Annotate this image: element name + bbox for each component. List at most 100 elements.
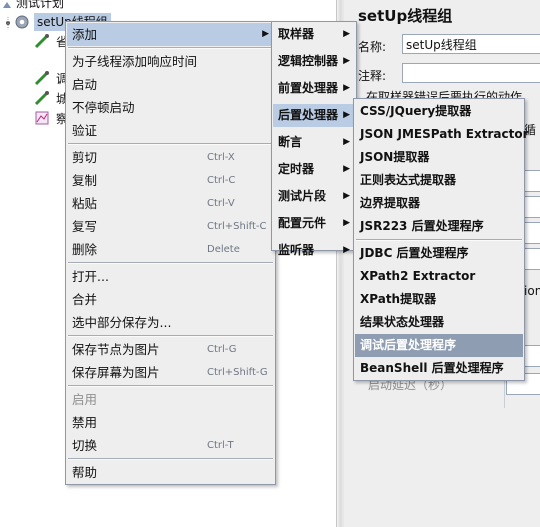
submenu-arrow-icon: ▶	[343, 245, 350, 255]
post-processor-submenu: CSS/JQuery提取器 JSON JMESPath Extractor JSON…	[353, 98, 529, 381]
menu-item-label: XPath提取器	[360, 292, 437, 306]
menu-separator	[68, 335, 273, 337]
menu-item-ctx-7[interactable]: 剪切 Ctrl-X	[67, 146, 274, 169]
menu-item-label: 前置处理器	[278, 81, 339, 95]
menu-item-pp-8[interactable]: XPath2 Extractor	[355, 265, 523, 288]
menu-item-label: 复写	[72, 219, 98, 234]
menu-item-label: 合并	[72, 292, 98, 307]
menu-item-label: 添加	[72, 27, 98, 42]
comment-label: 注释:	[358, 69, 387, 83]
menu-item-pp-2[interactable]: JSON提取器	[355, 146, 523, 169]
menu-item-label: XPath2 Extractor	[360, 269, 476, 283]
menu-item-add-1[interactable]: 逻辑控制器 ▶	[273, 50, 355, 73]
menu-item-pp-0[interactable]: CSS/JQuery提取器	[355, 100, 523, 123]
submenu-arrow-icon: ▶	[343, 83, 350, 93]
menu-item-shortcut: Delete	[207, 244, 240, 255]
menu-item-pp-11[interactable]: 调试后置处理程序	[355, 334, 523, 357]
menu-item-ctx-13[interactable]: 打开...	[67, 265, 274, 288]
expand-toggle-icon[interactable]	[2, 16, 14, 29]
menu-item-label: 粘贴	[72, 196, 98, 211]
menu-item-ctx-2[interactable]: 为子线程添加响应时间	[67, 50, 274, 73]
menu-item-add-0[interactable]: 取样器 ▶	[273, 23, 355, 46]
menu-item-pp-12[interactable]: BeanShell 后置处理程序	[355, 357, 523, 380]
menu-item-add-2[interactable]: 前置处理器 ▶	[273, 77, 355, 100]
name-label: 名称:	[358, 40, 387, 54]
submenu-arrow-icon: ▶	[343, 29, 350, 39]
menu-item-label: 帮助	[72, 465, 98, 480]
add-submenu: 取样器 ▶ 逻辑控制器 ▶ 前置处理器 ▶ 后置处理器 ▶ 断言 ▶ 定时器 ▶ 测试片段 ▶ 配置元件 ▶ 监…	[271, 21, 357, 257]
menu-item-label: 正则表达式提取器	[360, 173, 457, 187]
menu-item-add-8[interactable]: 监听器 ▶	[273, 239, 355, 262]
menu-item-ctx-4[interactable]: 不停顿启动	[67, 96, 274, 119]
menu-item-label: 禁用	[72, 415, 98, 430]
menu-item-pp-9[interactable]: XPath提取器	[355, 288, 523, 311]
menu-item-label: 监听器	[278, 243, 315, 257]
menu-item-label: 保存节点为图片	[72, 342, 160, 357]
menu-item-shortcut: Ctrl-C	[207, 175, 236, 186]
menu-item-ctx-0[interactable]: 添加 ▶	[67, 23, 274, 46]
submenu-arrow-icon: ▶	[343, 164, 350, 174]
menu-item-shortcut: Ctrl-G	[207, 344, 237, 355]
comment-field[interactable]	[402, 63, 540, 83]
menu-item-ctx-11[interactable]: 删除 Delete	[67, 238, 274, 261]
menu-separator	[68, 47, 273, 49]
submenu-arrow-icon: ▶	[343, 218, 350, 228]
menu-item-label: 边界提取器	[360, 196, 421, 210]
menu-item-shortcut: Ctrl-V	[207, 198, 235, 209]
menu-item-ctx-14[interactable]: 合并	[67, 288, 274, 311]
menu-item-ctx-8[interactable]: 复制 Ctrl-C	[67, 169, 274, 192]
menu-item-ctx-5[interactable]: 验证	[67, 119, 274, 142]
submenu-arrow-icon: ▶	[343, 191, 350, 201]
menu-item-ctx-21[interactable]: 禁用	[67, 411, 274, 434]
page-title: setUp线程组	[358, 7, 453, 25]
menu-item-label: 切换	[72, 438, 98, 453]
submenu-arrow-icon: ▶	[343, 56, 350, 66]
menu-item-label: 配置元件	[278, 216, 327, 230]
menu-item-label: 剪切	[72, 150, 98, 165]
menu-item-pp-3[interactable]: 正则表达式提取器	[355, 169, 523, 192]
menu-item-label: CSS/JQuery提取器	[360, 104, 472, 118]
menu-item-pp-10[interactable]: 结果状态处理器	[355, 311, 523, 334]
submenu-arrow-icon: ▶	[262, 29, 269, 39]
menu-item-shortcut: Ctrl-T	[207, 440, 234, 451]
gear-icon	[14, 14, 30, 30]
test-plan-icon	[2, 0, 12, 8]
menu-item-add-6[interactable]: 测试片段 ▶	[273, 185, 355, 208]
menu-item-label: 结果状态处理器	[360, 315, 445, 329]
menu-item-label: JSR223 后置处理程序	[360, 219, 484, 233]
menu-item-shortcut: Ctrl+Shift-C	[207, 221, 267, 232]
menu-item-label: 断言	[278, 135, 303, 149]
menu-item-label: 保存屏幕为图片	[72, 365, 160, 380]
submenu-arrow-icon: ▶	[343, 137, 350, 147]
menu-item-ctx-22[interactable]: 切换 Ctrl-T	[67, 434, 274, 457]
menu-item-ctx-20[interactable]: 启用	[67, 388, 274, 411]
menu-item-label: BeanShell 后置处理程序	[360, 361, 504, 375]
name-field[interactable]: setUp线程组	[402, 34, 540, 54]
menu-item-label: 启动	[72, 77, 98, 92]
menu-item-label: JSON JMESPath Extractor	[360, 127, 529, 141]
menu-item-ctx-9[interactable]: 粘贴 Ctrl-V	[67, 192, 274, 215]
menu-separator	[68, 385, 273, 387]
menu-item-label: 删除	[72, 242, 98, 257]
menu-item-add-5[interactable]: 定时器 ▶	[273, 158, 355, 181]
menu-item-add-4[interactable]: 断言 ▶	[273, 131, 355, 154]
menu-item-ctx-17[interactable]: 保存节点为图片 Ctrl-G	[67, 338, 274, 361]
menu-item-pp-5[interactable]: JSR223 后置处理程序	[355, 215, 523, 238]
menu-item-pp-7[interactable]: JDBC 后置处理程序	[355, 242, 523, 265]
menu-item-ctx-10[interactable]: 复写 Ctrl+Shift-C	[67, 215, 274, 238]
menu-item-label: 不停顿启动	[72, 100, 135, 115]
menu-item-ctx-15[interactable]: 选中部分保存为...	[67, 311, 274, 334]
menu-separator	[356, 239, 522, 241]
menu-item-pp-4[interactable]: 边界提取器	[355, 192, 523, 215]
menu-item-shortcut: Ctrl-X	[207, 152, 235, 163]
menu-item-label: 调试后置处理程序	[360, 338, 457, 352]
menu-item-add-7[interactable]: 配置元件 ▶	[273, 212, 355, 235]
menu-item-label: 测试片段	[278, 189, 327, 203]
menu-item-label: 选中部分保存为...	[72, 315, 172, 330]
menu-item-add-3[interactable]: 后置处理器 ▶	[273, 104, 355, 127]
menu-item-pp-1[interactable]: JSON JMESPath Extractor	[355, 123, 529, 146]
menu-item-ctx-18[interactable]: 保存屏幕为图片 Ctrl+Shift-G	[67, 361, 274, 384]
menu-item-ctx-24[interactable]: 帮助	[67, 461, 274, 484]
menu-item-ctx-3[interactable]: 启动	[67, 73, 274, 96]
pipette-icon	[34, 33, 50, 49]
